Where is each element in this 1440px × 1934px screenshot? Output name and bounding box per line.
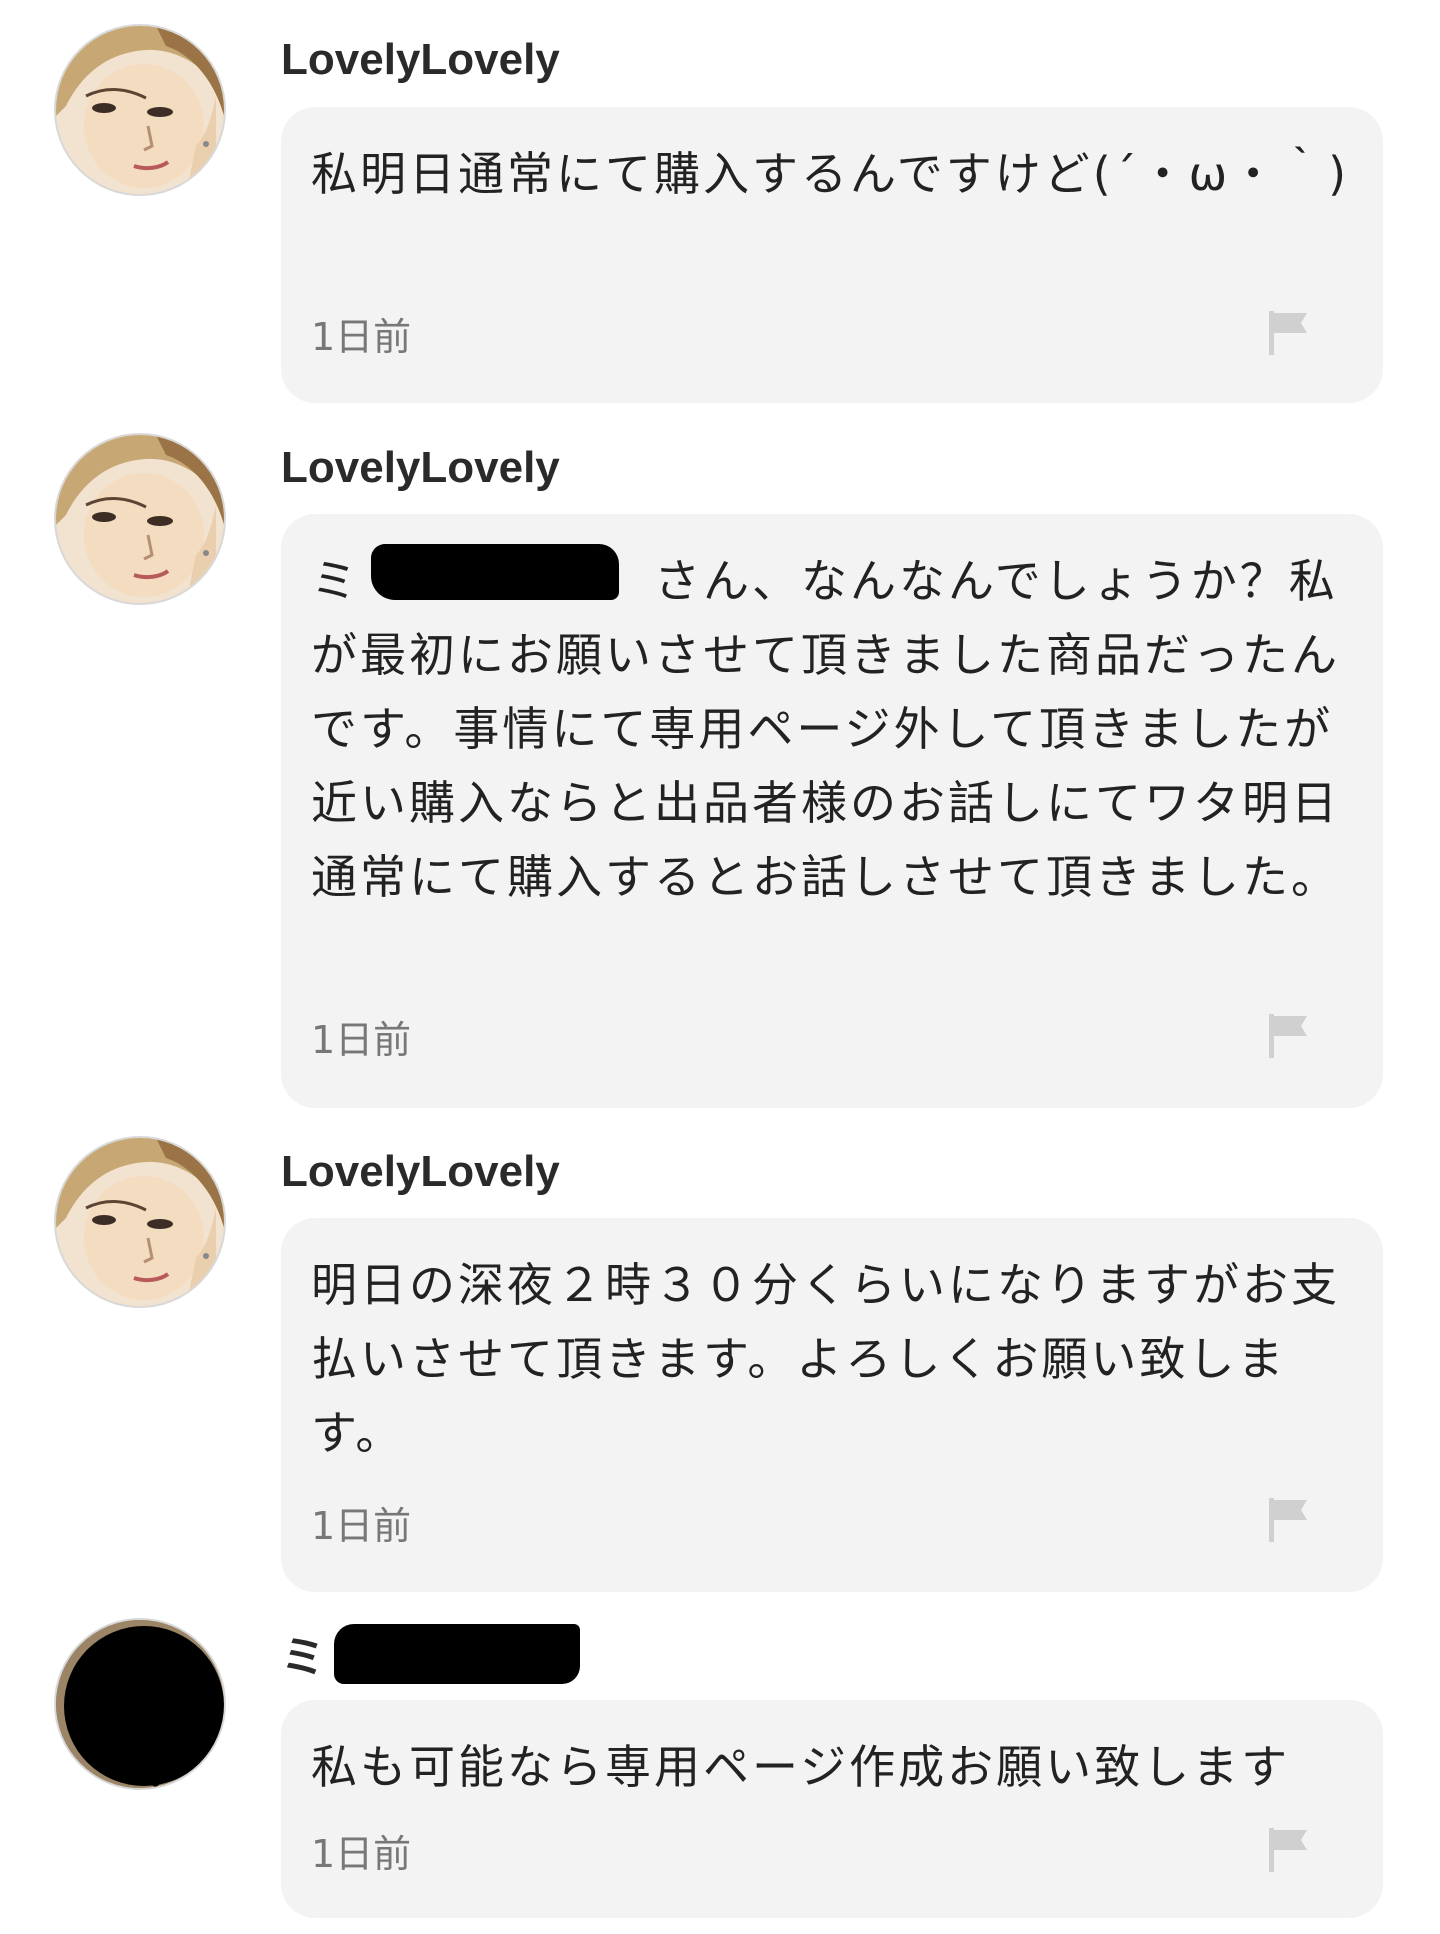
comment-bubble: 明日の深夜２時３０分くらいになりますがお支払いさせて頂きます。よろしくお願い致し… xyxy=(281,1218,1383,1592)
comment-timestamp: 1日前 xyxy=(311,1832,412,1876)
avatar-photo-icon xyxy=(56,1138,224,1306)
comment-username[interactable]: LovelyLovely xyxy=(281,32,560,88)
flag-icon[interactable] xyxy=(1267,309,1311,357)
redaction-mark xyxy=(334,1624,580,1684)
redaction-mark xyxy=(371,544,619,600)
comment-timestamp: 1日前 xyxy=(311,1504,412,1548)
comment-body: 私明日通常にて購入するんですけど(´・ω・｀) xyxy=(311,147,1350,201)
avatar-photo-icon xyxy=(56,435,224,603)
flag-icon[interactable] xyxy=(1267,1496,1311,1544)
comment-bubble: 私も可能なら専用ページ作成お願い致します 1日前 xyxy=(281,1700,1383,1918)
user-avatar[interactable] xyxy=(56,1620,224,1788)
comment-timestamp: 1日前 xyxy=(311,315,412,359)
comment-body: 私も可能なら専用ページ作成お願い致します xyxy=(311,1740,1291,1794)
comment-username[interactable]: ミ xyxy=(281,1630,325,1686)
user-avatar[interactable] xyxy=(56,1138,224,1306)
avatar-redacted-icon xyxy=(56,1620,224,1788)
flag-icon[interactable] xyxy=(1267,1012,1311,1060)
avatar-photo-icon xyxy=(56,26,224,194)
user-avatar[interactable] xyxy=(56,26,224,194)
flag-icon[interactable] xyxy=(1267,1826,1311,1874)
user-avatar[interactable] xyxy=(56,435,224,603)
comment-username[interactable]: LovelyLovely xyxy=(281,440,560,496)
comment-timestamp: 1日前 xyxy=(311,1018,412,1062)
comment-username[interactable]: LovelyLovely xyxy=(281,1144,560,1200)
comment-body: 明日の深夜２時３０分くらいになりますがお支払いさせて頂きます。よろしくお願い致し… xyxy=(311,1258,1340,1460)
comment-bubble: 私明日通常にて購入するんですけど(´・ω・｀) 1日前 xyxy=(281,107,1383,403)
comment-bubble: ミ さん、なんなんでしょうか？私が最初にお願いさせて頂きました商品だったんです。… xyxy=(281,514,1383,1108)
